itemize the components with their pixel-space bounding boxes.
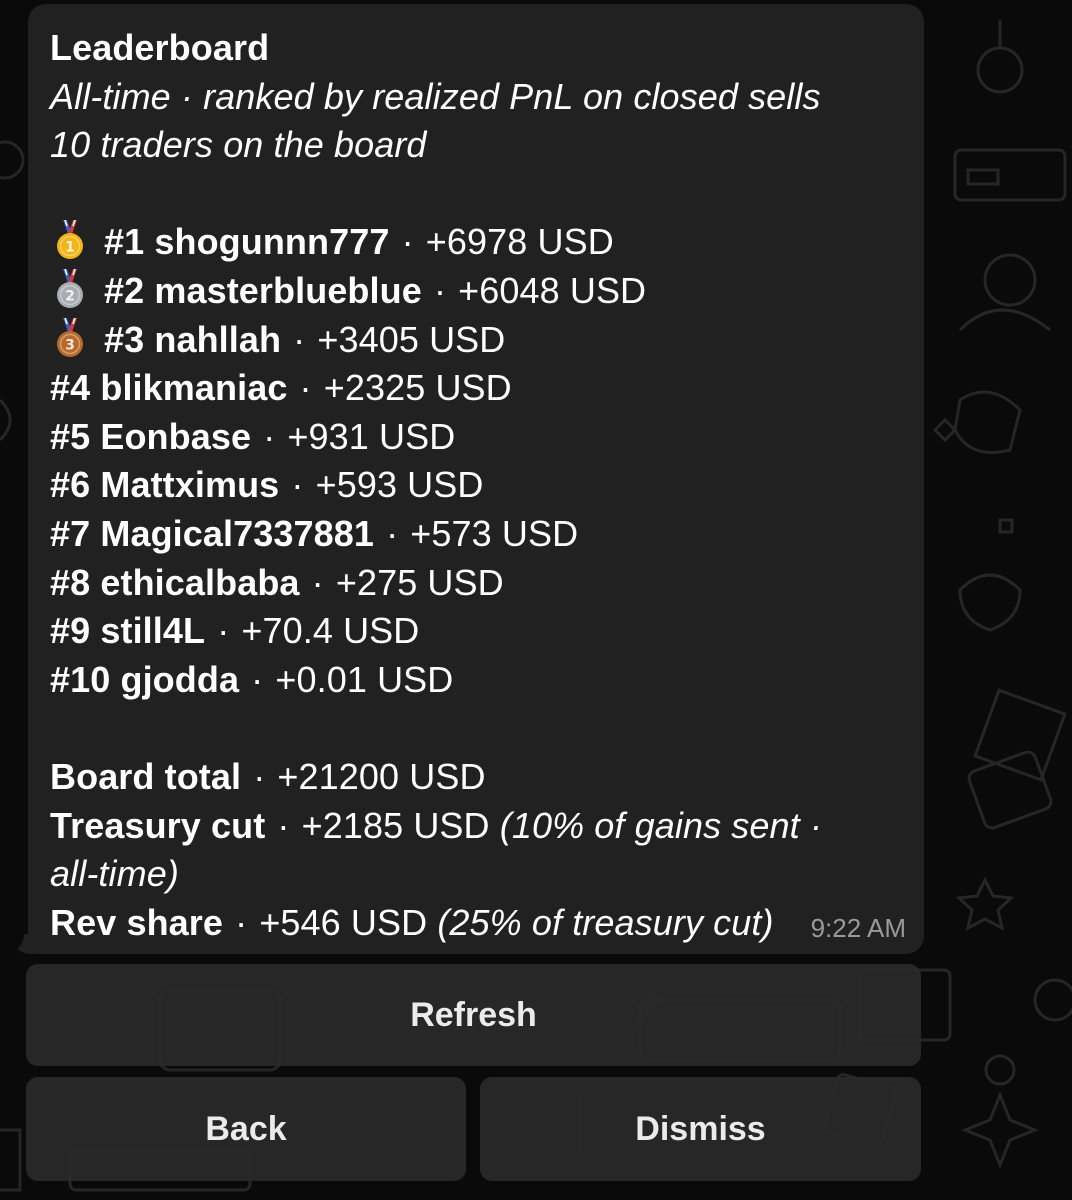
- rev-share-label: Rev share: [50, 901, 224, 943]
- entry-rank: #5: [50, 415, 91, 457]
- entry-rank: #6: [50, 464, 91, 506]
- leaderboard-entry: #4 blikmaniac · +2325 USD: [50, 364, 902, 413]
- entry-rank: #7: [50, 512, 91, 554]
- entry-username: Eonbase: [100, 415, 252, 457]
- entry-rank: #9: [50, 610, 91, 652]
- separator: ·: [243, 755, 276, 797]
- separator: ·: [253, 415, 286, 457]
- leaderboard-entry: #10 gjodda · +0.01 USD: [50, 656, 902, 705]
- entry-pnl: +3405 USD: [317, 318, 506, 360]
- message-subtitle: All-time · ranked by realized PnL on clo…: [50, 75, 821, 117]
- separator: ·: [301, 561, 334, 603]
- leaderboard-entry: 2 #2 masterblueblue · +6048 USD: [50, 267, 902, 316]
- separator: ·: [267, 804, 300, 846]
- entry-rank: #3: [104, 318, 145, 360]
- entry-username: shogunnn777: [154, 221, 390, 263]
- board-total-label: Board total: [50, 755, 242, 797]
- leaderboard-list: 1 #1 shogunnn777 · +6978 USD 2 #2 masterblu…: [50, 218, 902, 704]
- separator: ·: [375, 512, 409, 554]
- entry-rank: #10: [50, 658, 111, 700]
- board-total-row: Board total · +21200 USD: [50, 753, 902, 802]
- entry-rank: #2: [104, 269, 145, 311]
- leaderboard-entry: 3 #3 nahllah · +3405 USD: [50, 316, 902, 365]
- leaderboard-entry: #6 Mattximus · +593 USD: [50, 461, 902, 510]
- entry-pnl: +931 USD: [287, 415, 456, 457]
- entry-username: ethicalbaba: [100, 561, 300, 603]
- rev-share-row: Rev share · +546 USD (25% of treasury cu…: [50, 899, 902, 948]
- separator: ·: [289, 367, 322, 409]
- separator: ·: [241, 658, 274, 700]
- leaderboard-entry: #5 Eonbase · +931 USD: [50, 413, 902, 462]
- message-title: Leaderboard: [50, 27, 270, 68]
- leaderboard-entry: #8 ethicalbaba · +275 USD: [50, 559, 902, 608]
- rev-share-value: +546 USD: [259, 901, 428, 943]
- entry-username: Mattximus: [100, 464, 280, 506]
- dismiss-button[interactable]: Dismiss: [480, 1077, 921, 1181]
- back-button[interactable]: Back: [26, 1077, 466, 1181]
- refresh-button[interactable]: Refresh: [26, 964, 921, 1066]
- entry-pnl: +593 USD: [315, 464, 484, 506]
- leaderboard-entry: #9 still4L · +70.4 USD: [50, 607, 902, 656]
- entry-username: Magical7337881: [100, 512, 374, 554]
- entry-username: gjodda: [120, 658, 240, 700]
- treasury-cut-note: (10% of gains sent ·: [499, 804, 822, 846]
- treasury-cut-label: Treasury cut: [50, 804, 266, 846]
- chat-background: Leaderboard All-time · ranked by realize…: [0, 0, 1072, 1200]
- entry-pnl: +2325 USD: [323, 367, 512, 409]
- svg-text:3: 3: [65, 337, 75, 353]
- separator: ·: [423, 269, 457, 311]
- separator: ·: [391, 221, 424, 263]
- entry-pnl: +0.01 USD: [275, 658, 454, 700]
- treasury-cut-note-cont: all-time): [50, 853, 179, 895]
- separator: ·: [207, 610, 240, 652]
- treasury-cut-value: +2185 USD: [301, 804, 490, 846]
- entry-rank: #8: [50, 561, 91, 603]
- entry-pnl: +275 USD: [335, 561, 504, 603]
- entry-pnl: +573 USD: [410, 512, 579, 554]
- leaderboard-message: Leaderboard All-time · ranked by realize…: [28, 4, 924, 954]
- bronze-medal-icon: 3: [54, 317, 86, 358]
- entry-username: blikmaniac: [100, 367, 288, 409]
- silver-medal-icon: 2: [54, 268, 86, 309]
- separator: ·: [225, 901, 258, 943]
- trader-count: 10 traders on the board: [50, 124, 427, 166]
- svg-text:2: 2: [65, 288, 75, 304]
- separator: ·: [283, 318, 316, 360]
- gold-medal-icon: 1: [54, 220, 86, 260]
- entry-username: nahllah: [154, 318, 282, 360]
- leaderboard-entry: 1 #1 shogunnn777 · +6978 USD: [50, 218, 902, 267]
- entry-username: still4L: [100, 610, 206, 652]
- entry-pnl: +6978 USD: [425, 221, 614, 263]
- treasury-cut-row: Treasury cut · +2185 USD (10% of gains s…: [50, 802, 902, 851]
- leaderboard-entry: #7 Magical7337881 · +573 USD: [50, 510, 902, 559]
- svg-text:1: 1: [65, 240, 75, 256]
- entry-username: masterblueblue: [154, 269, 422, 311]
- rev-share-note: (25% of treasury cut): [437, 901, 774, 943]
- message-timestamp: 9:22 AM: [810, 913, 906, 943]
- separator: ·: [281, 464, 314, 506]
- entry-rank: #1: [104, 221, 145, 263]
- entry-rank: #4: [50, 367, 91, 409]
- entry-pnl: +6048 USD: [458, 269, 647, 311]
- board-total-value: +21200 USD: [277, 755, 486, 797]
- entry-pnl: +70.4 USD: [241, 610, 420, 652]
